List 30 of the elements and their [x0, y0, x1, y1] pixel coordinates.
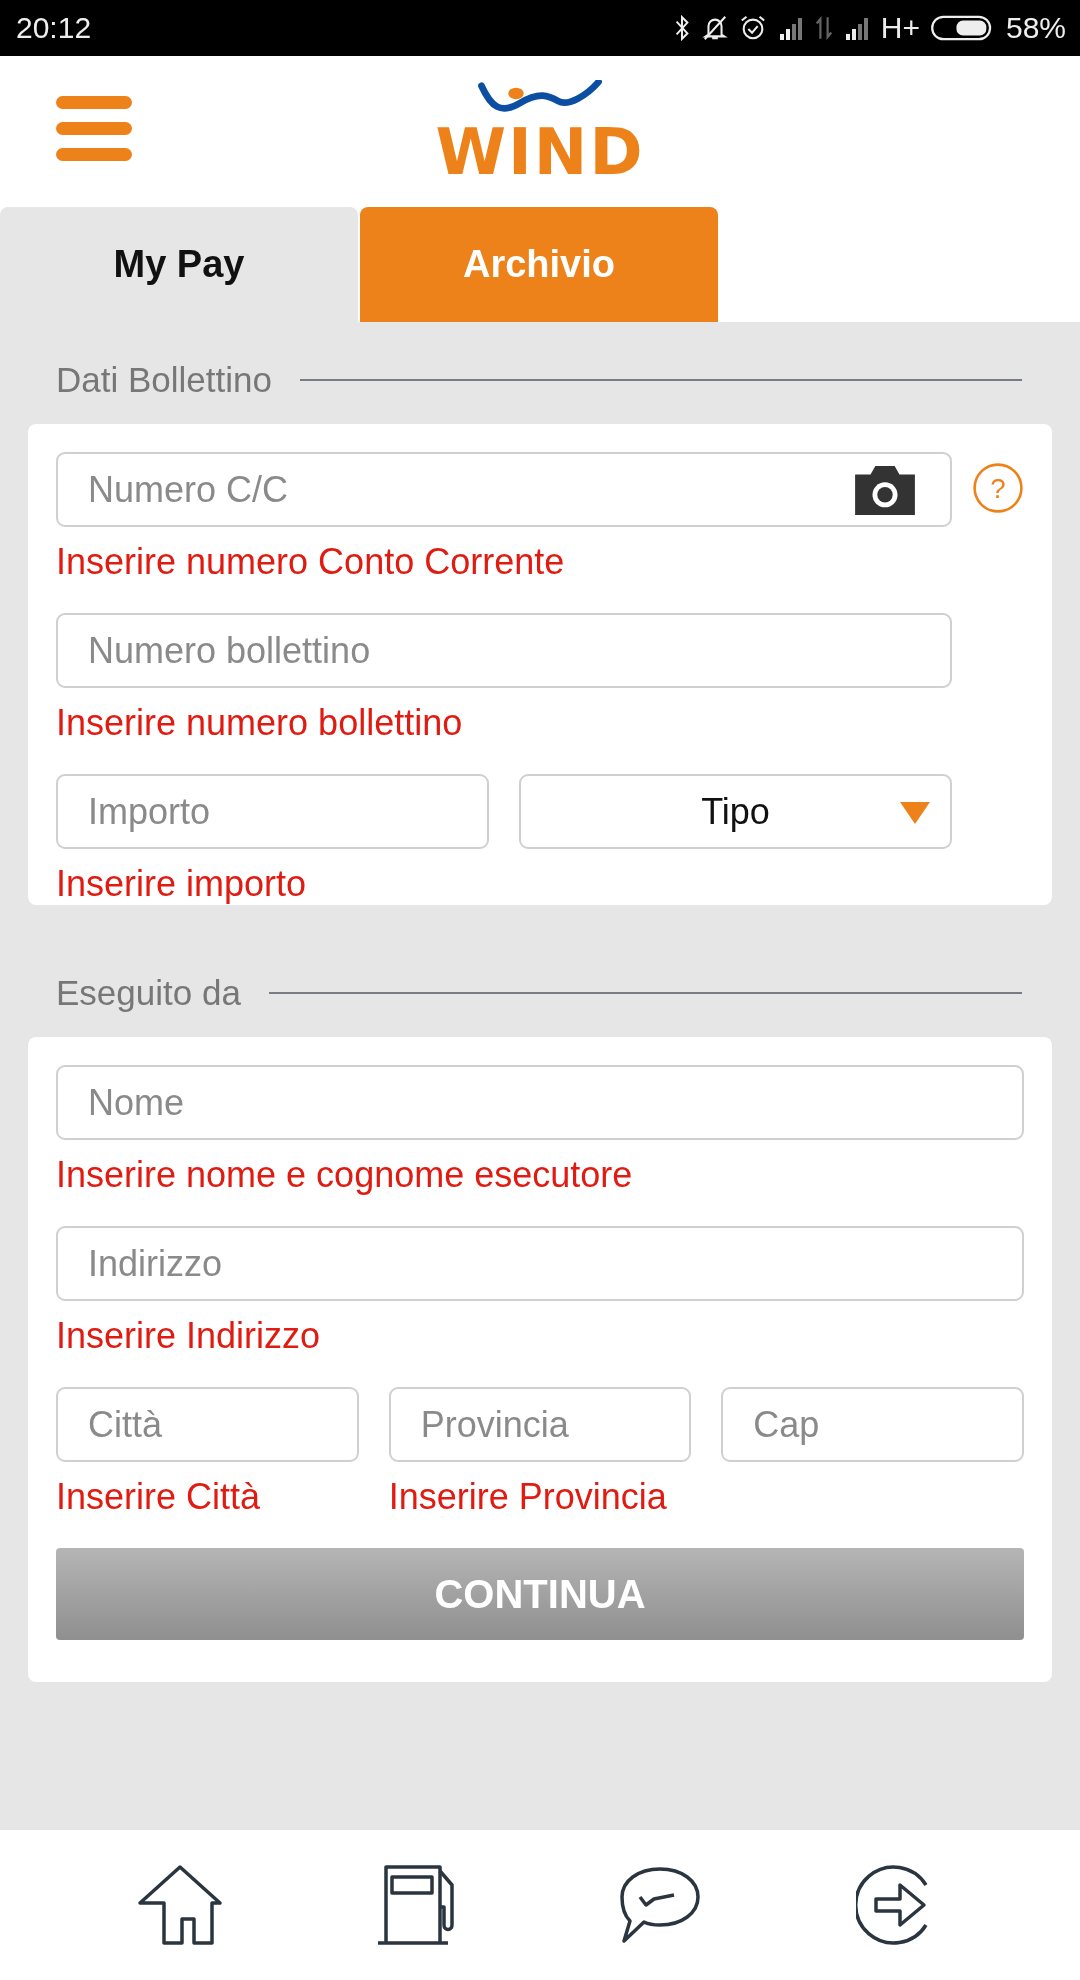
- input-field[interactable]: Numero C/C: [56, 452, 952, 527]
- logo-text: WIND: [435, 119, 645, 184]
- error-message: Inserire numero Conto Corrente: [56, 541, 566, 583]
- error-message: Inserire Città: [56, 1476, 262, 1518]
- input-field[interactable]: Importo: [56, 774, 489, 849]
- battery-percent: 58%: [1005, 11, 1066, 45]
- error-message: Inserire nome e cognome esecutore: [56, 1154, 634, 1196]
- type-dropdown[interactable]: Tipo: [519, 774, 952, 849]
- section-title: Dati Bollettino: [56, 360, 272, 400]
- error-message: Inserire Provincia: [388, 1476, 668, 1518]
- input-field[interactable]: Provincia: [388, 1387, 692, 1462]
- input-field[interactable]: Cap: [721, 1387, 1024, 1462]
- help-icon[interactable]: ?: [972, 462, 1024, 514]
- error-message: Inserire numero bollettino: [56, 702, 464, 744]
- dropdown-arrow-icon: [900, 802, 930, 824]
- section-title: Eseguito da: [56, 973, 241, 1013]
- input-field[interactable]: Numero bollettino: [56, 613, 952, 688]
- alarm-clock-icon: [738, 14, 767, 42]
- home-icon[interactable]: [136, 1863, 224, 1947]
- network-type: H+: [880, 11, 920, 45]
- data-transfer-icon: [814, 14, 833, 42]
- error-message: Inserire importo: [56, 863, 308, 905]
- menu-icon[interactable]: [56, 96, 132, 162]
- input-field[interactable]: Nome: [56, 1065, 1024, 1140]
- input-field[interactable]: Indirizzo: [56, 1226, 1024, 1301]
- error-message: Inserire Indirizzo: [56, 1315, 322, 1357]
- tab[interactable]: Archivio: [360, 207, 718, 322]
- input-field[interactable]: Città: [56, 1387, 359, 1462]
- clock-time: 20:12: [16, 11, 92, 45]
- tab[interactable]: My Pay: [0, 207, 358, 322]
